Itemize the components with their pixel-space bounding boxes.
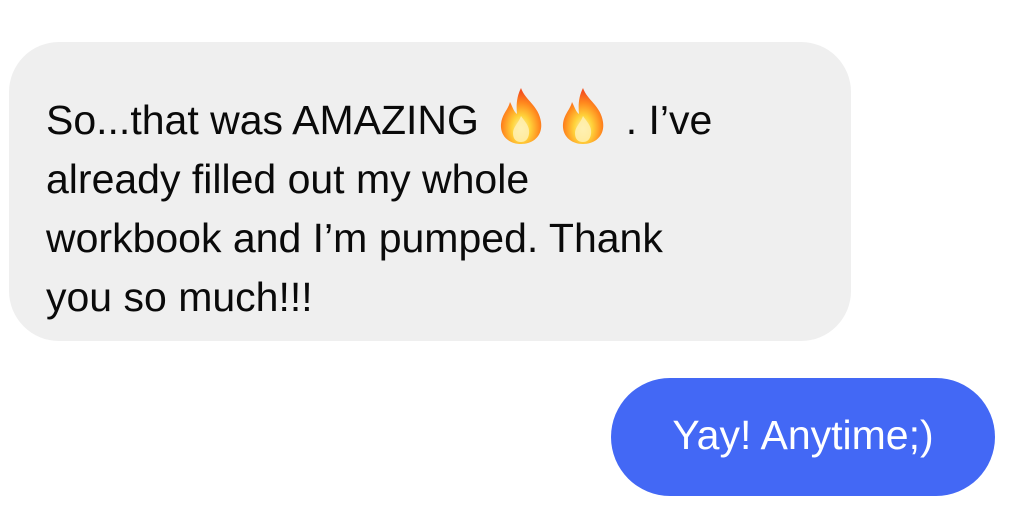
incoming-message-bubble[interactable]: So...that was AMAZING . I’ve already fil… [9, 42, 851, 341]
message-text-segment: . I’ve [614, 97, 713, 143]
message-text: Yay! Anytime;) [672, 411, 934, 458]
message-line: So...that was AMAZING . I’ve [46, 86, 821, 150]
message-thread: So...that was AMAZING . I’ve already fil… [0, 0, 1019, 513]
message-line: already filled out my whole [46, 156, 530, 202]
outgoing-message-bubble[interactable]: Yay! Anytime;) [611, 378, 995, 496]
message-line: workbook and I’m pumped. Thank [46, 215, 663, 261]
fire-icon [563, 88, 604, 144]
message-text-segment: So...that was AMAZING [46, 97, 491, 143]
message-line: you so much!!! [46, 274, 313, 320]
fire-icon [501, 88, 542, 144]
